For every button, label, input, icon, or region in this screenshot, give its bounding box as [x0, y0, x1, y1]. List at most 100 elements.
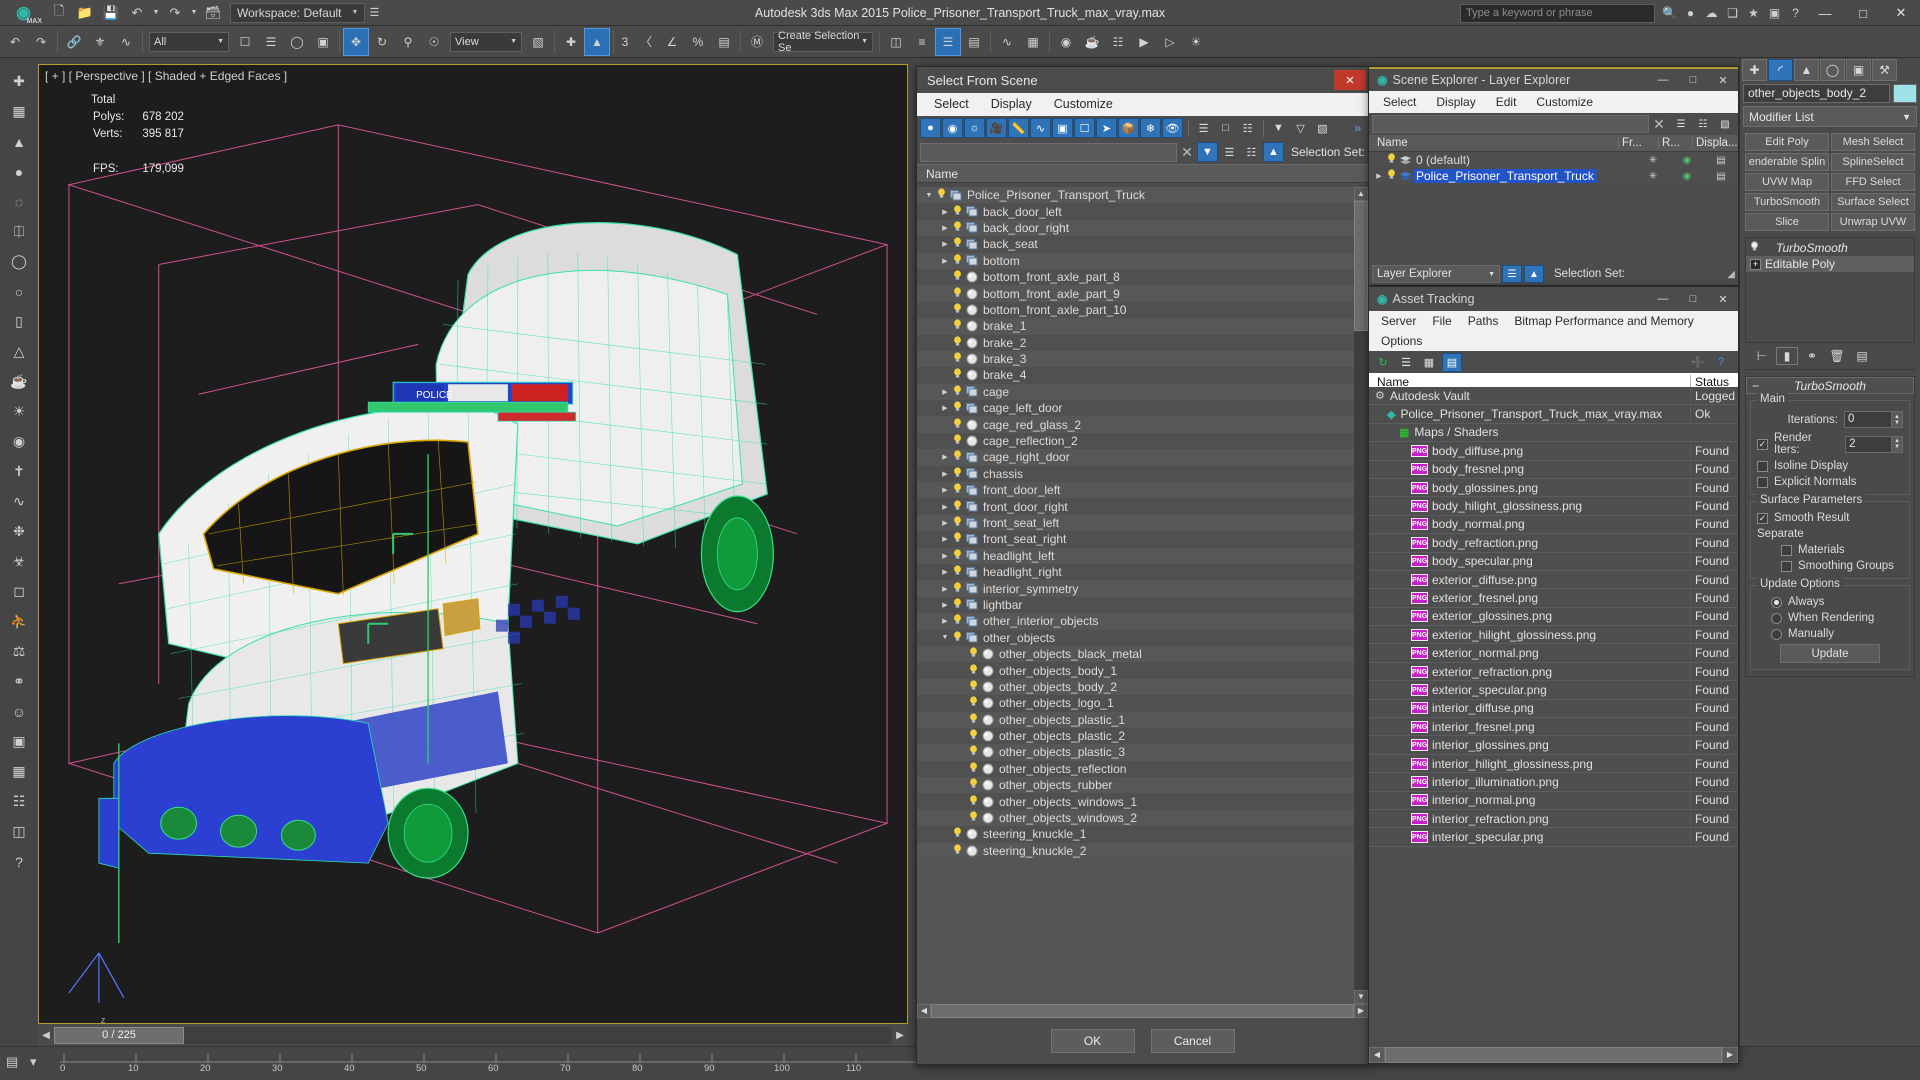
asset-row[interactable]: PNG interior_glossines.png Found: [1369, 736, 1738, 755]
spinner-snap-icon[interactable]: ▤: [711, 28, 737, 56]
maximize-button[interactable]: □: [1844, 0, 1882, 26]
lightbulb-icon[interactable]: [935, 188, 948, 202]
ok-button[interactable]: OK: [1050, 1029, 1135, 1053]
lightbulb-icon[interactable]: [951, 270, 964, 284]
edit-named-selection-sets-icon[interactable]: Ⓜ: [744, 28, 770, 56]
undo-dropdown-icon[interactable]: ▼: [151, 2, 161, 24]
scene-tree-row[interactable]: ▶ headlight_left: [917, 547, 1354, 564]
expander-right-icon[interactable]: ▶: [939, 208, 951, 216]
hierarchy-view-icon[interactable]: ▲: [1524, 265, 1544, 283]
scene-tree-row[interactable]: ▼ Police_Prisoner_Transport_Truck: [917, 187, 1354, 204]
light-tool-icon[interactable]: ☀: [4, 397, 34, 426]
modifier-button[interactable]: Slice: [1745, 213, 1829, 231]
schematic-view-icon[interactable]: ▦: [1020, 28, 1046, 56]
clear-filter-icon[interactable]: ▽: [1290, 118, 1311, 138]
render-production-icon[interactable]: ▶: [1131, 28, 1157, 56]
asset-row[interactable]: ⚙ Autodesk Vault Logged: [1369, 387, 1738, 406]
scroll-right-icon[interactable]: ▶: [1722, 1047, 1738, 1063]
lightbulb-icon[interactable]: [951, 532, 964, 546]
scene-tree-row[interactable]: other_objects_plastic_2: [917, 727, 1354, 745]
lightbulb-icon[interactable]: [951, 319, 964, 333]
camera-tool-icon[interactable]: ◉: [4, 427, 34, 456]
render-iters-checkbox[interactable]: ✓: [1757, 438, 1768, 450]
workspace-overflow-icon[interactable]: ☰: [365, 6, 383, 19]
at-menu-bitmap-performance[interactable]: Bitmap Performance and Memory: [1506, 312, 1701, 331]
filter-keys-icon[interactable]: ▾: [30, 1054, 37, 1070]
display-groups-icon[interactable]: ▣: [1052, 118, 1073, 138]
modifier-button[interactable]: Unwrap UVW: [1831, 213, 1915, 231]
object-name-field[interactable]: other_objects_body_2: [1743, 83, 1890, 103]
select-by-name-icon[interactable]: ☰: [258, 28, 284, 56]
scene-tree-row[interactable]: bottom_front_axle_part_9: [917, 285, 1354, 302]
asset-tracking-hscrollbar[interactable]: ◀ ▶: [1369, 1047, 1738, 1063]
expander-right-icon[interactable]: ▶: [939, 519, 951, 527]
display-toggle-icon[interactable]: ▤: [1704, 171, 1738, 182]
lightbulb-icon[interactable]: [951, 368, 964, 382]
tree-column-header[interactable]: Name: [917, 164, 1368, 183]
render-iters-spinner[interactable]: ▲ ▼: [1892, 435, 1903, 453]
expand-all-icon[interactable]: ➕: [1688, 353, 1708, 372]
scene-tree-row[interactable]: steering_knuckle_1: [917, 826, 1354, 843]
lightbulb-icon[interactable]: [1385, 153, 1398, 167]
layers-icon[interactable]: ☰: [1219, 142, 1240, 162]
scene-tree-row[interactable]: ▶ back_door_right: [917, 219, 1354, 237]
tab-utilities[interactable]: ⚒: [1872, 59, 1897, 81]
asset-row[interactable]: PNG body_fresnel.png Found: [1369, 461, 1738, 479]
scene-tree-row[interactable]: bottom_front_axle_part_8: [917, 268, 1354, 286]
cloud-icon[interactable]: ☁: [1701, 3, 1722, 24]
selection-filter-combo[interactable]: All ▼: [149, 31, 229, 52]
modifier-stack-row[interactable]: + Editable Poly: [1746, 256, 1914, 272]
expander-right-icon[interactable]: ▶: [939, 240, 951, 248]
current-frame-indicator[interactable]: 0 / 225: [54, 1026, 184, 1044]
asset-row[interactable]: PNG interior_illumination.png Found: [1369, 773, 1738, 792]
minimize-icon[interactable]: —: [1648, 288, 1678, 310]
expander-right-icon[interactable]: ▶: [939, 470, 951, 478]
lightbulb-icon[interactable]: [967, 663, 980, 678]
scene-tree-row[interactable]: other_objects_body_2: [917, 678, 1354, 696]
explicit-normals-checkbox[interactable]: [1757, 476, 1768, 488]
scene-tree-row[interactable]: ▶ lightbar: [917, 596, 1354, 614]
search-icon[interactable]: 🔍: [1659, 3, 1680, 24]
display-hidden-icon[interactable]: 👁: [1162, 118, 1183, 138]
scene-tree-row[interactable]: other_objects_black_metal: [917, 645, 1354, 663]
reference-coordinate-combo[interactable]: View ▼: [450, 31, 522, 52]
lightbulb-icon[interactable]: [951, 598, 964, 612]
modifier-button[interactable]: SplineSelect: [1831, 153, 1915, 171]
asset-row[interactable]: PNG exterior_fresnel.png Found: [1369, 589, 1738, 608]
frame-prev-icon[interactable]: ◀: [38, 1030, 54, 1041]
lightbulb-icon[interactable]: [951, 401, 964, 415]
display-toggle-icon[interactable]: ▤: [1704, 155, 1738, 166]
configure-modifier-sets-icon[interactable]: ▤: [1851, 347, 1873, 365]
modifier-stack-row[interactable]: TurboSmooth: [1746, 240, 1914, 256]
redo-dropdown-icon[interactable]: ▼: [189, 2, 199, 24]
geosphere-tool-icon[interactable]: ◌: [4, 187, 34, 216]
expander-right-icon[interactable]: ▶: [939, 617, 951, 625]
close-icon[interactable]: ✕: [1334, 70, 1366, 90]
expander-down-icon[interactable]: ▼: [923, 192, 935, 199]
lightbulb-icon[interactable]: [951, 467, 964, 481]
layer-explorer-icon[interactable]: ☰: [935, 27, 961, 56]
sort-icon[interactable]: ▧: [1312, 118, 1333, 138]
lightbulb-icon[interactable]: [951, 614, 964, 628]
favorites-icon[interactable]: ★: [1743, 3, 1764, 24]
lightbulb-icon[interactable]: [951, 336, 964, 350]
display-bones-icon[interactable]: ➤: [1096, 118, 1117, 138]
turbosmooth-rollup-header[interactable]: − TurboSmooth: [1746, 377, 1914, 394]
lightbulb-icon[interactable]: [951, 254, 964, 268]
modifier-stack[interactable]: TurboSmooth + Editable Poly: [1745, 237, 1915, 343]
select-object-icon[interactable]: ☐: [232, 28, 258, 56]
display-shapes-icon[interactable]: ◉: [942, 118, 963, 138]
select-region-circle-icon[interactable]: ◯: [284, 28, 310, 56]
scene-tree-row[interactable]: other_objects_logo_1: [917, 695, 1354, 712]
layer-stack-icon[interactable]: ☷: [1241, 142, 1262, 162]
lightbulb-icon[interactable]: [951, 549, 964, 563]
pyramid-tool-icon[interactable]: △: [4, 337, 34, 366]
snaps-toggle-icon[interactable]: 〈: [633, 28, 659, 56]
place-tool-icon[interactable]: ☷: [4, 787, 34, 816]
make-unique-icon[interactable]: ⚭: [1801, 347, 1823, 365]
resize-grip-icon[interactable]: ◢: [1727, 269, 1735, 280]
scene-tree-row[interactable]: ▶ front_door_right: [917, 498, 1354, 515]
refresh-icon[interactable]: ↻: [1373, 353, 1393, 372]
autodesk360-icon[interactable]: ▣: [1764, 3, 1785, 24]
frozen-toggle-icon[interactable]: ✳: [1636, 171, 1670, 182]
